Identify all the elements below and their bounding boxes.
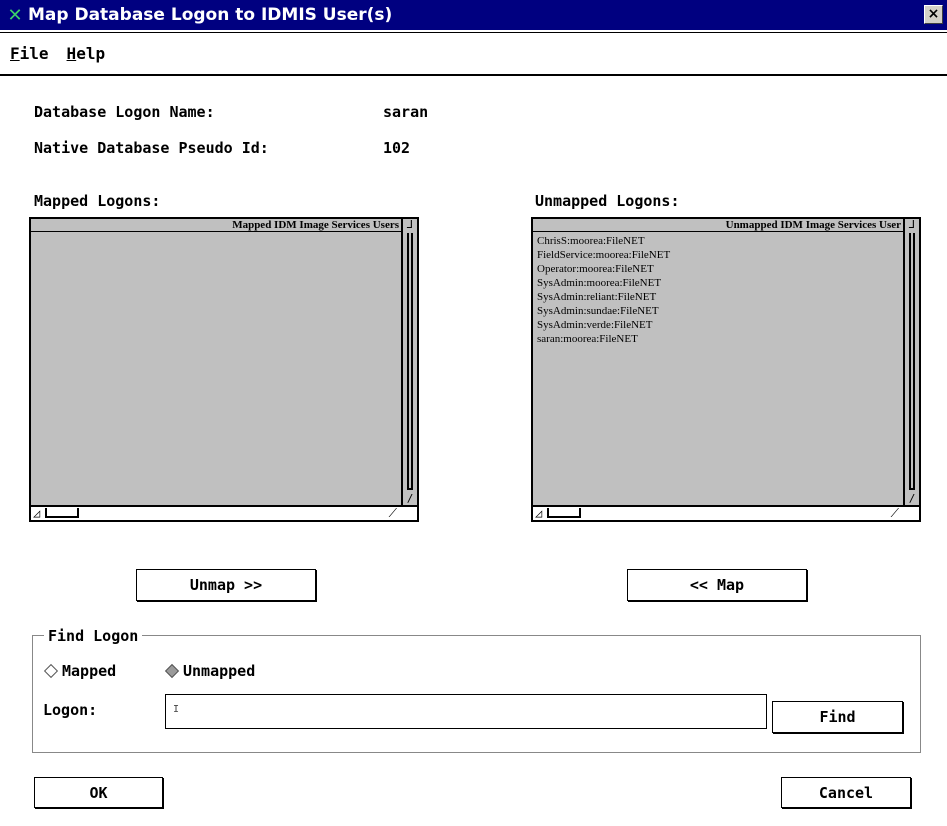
map-button[interactable]: << Map (627, 569, 807, 601)
find-button[interactable]: Find (772, 701, 903, 733)
scroll-up-icon[interactable]: ⅃ (906, 219, 918, 231)
unmapped-vertical-scrollbar[interactable]: ⅃ / (903, 219, 919, 506)
scroll-track[interactable] (909, 233, 915, 490)
text-cursor-icon: I (173, 704, 180, 715)
header-divider (533, 231, 903, 232)
logon-name-value: saran (383, 103, 429, 121)
header-divider (31, 231, 401, 232)
radio-mapped-label: Mapped (62, 662, 117, 680)
radio-unmapped-label: Unmapped (183, 662, 256, 680)
scroll-left-icon[interactable]: ◿ (33, 507, 40, 519)
list-item[interactable]: Operator:moorea:FileNET (537, 262, 901, 276)
list-item[interactable]: SysAdmin:reliant:FileNET (537, 290, 901, 304)
find-logon-legend: Find Logon (44, 627, 143, 645)
logon-input[interactable]: I (165, 694, 767, 729)
scroll-right-icon[interactable]: ⟋ (891, 507, 899, 519)
radio-unmapped[interactable]: Unmapped (164, 662, 256, 680)
unmap-button[interactable]: Unmap >> (136, 569, 316, 601)
radio-diamond-selected-icon (164, 663, 180, 679)
mapped-vertical-scrollbar[interactable]: ⅃ / (401, 219, 417, 506)
scroll-thumb[interactable] (547, 508, 581, 518)
unmapped-items: ChrisS:moorea:FileNET FieldService:moorea… (537, 234, 901, 346)
menu-help[interactable]: Help (67, 44, 106, 63)
unmapped-logons-list[interactable]: Unmapped IDM Image Services User ChrisS:… (531, 217, 921, 522)
list-item[interactable]: saran:moorea:FileNET (537, 332, 901, 346)
list-item[interactable]: ChrisS:moorea:FileNET (537, 234, 901, 248)
scroll-right-icon[interactable]: ⟋ (389, 507, 397, 519)
unmapped-list-header: Unmapped IDM Image Services User (725, 219, 901, 231)
mapped-horizontal-scrollbar[interactable]: ◿ ⟋ (31, 505, 417, 520)
scroll-up-icon[interactable]: ⅃ (404, 219, 416, 231)
scroll-down-icon[interactable]: / (404, 492, 416, 506)
radio-mapped[interactable]: Mapped (43, 662, 117, 680)
window-title: Map Database Logon to IDMIS User(s) (28, 5, 393, 25)
mapped-list-header: Mapped IDM Image Services Users (232, 219, 399, 231)
scroll-thumb[interactable] (45, 508, 79, 518)
unmapped-horizontal-scrollbar[interactable]: ◿ ⟋ (533, 505, 919, 520)
scroll-left-icon[interactable]: ◿ (535, 507, 542, 519)
logon-field-label: Logon: (43, 701, 98, 719)
title-bar: ✕ Map Database Logon to IDMIS User(s) × (0, 0, 947, 30)
cancel-button[interactable]: Cancel (781, 777, 911, 808)
list-item[interactable]: SysAdmin:moorea:FileNET (537, 276, 901, 290)
unmapped-logons-label: Unmapped Logons: (535, 192, 680, 210)
logon-name-label: Database Logon Name: (34, 103, 215, 121)
mapped-logons-label: Mapped Logons: (34, 192, 161, 210)
scroll-track[interactable] (407, 233, 413, 490)
scroll-down-icon[interactable]: / (906, 492, 918, 506)
list-item[interactable]: SysAdmin:sundae:FileNET (537, 304, 901, 318)
close-button[interactable]: × (924, 5, 943, 24)
menu-file[interactable]: File (10, 44, 49, 63)
list-item[interactable]: FieldService:moorea:FileNET (537, 248, 901, 262)
ok-button[interactable]: OK (34, 777, 163, 808)
pseudo-id-value: 102 (383, 139, 411, 157)
radio-diamond-icon (43, 663, 59, 679)
app-x-icon: ✕ (7, 4, 23, 26)
menu-bar: File Help (0, 32, 947, 76)
list-item[interactable]: SysAdmin:verde:FileNET (537, 318, 901, 332)
pseudo-id-label: Native Database Pseudo Id: (34, 139, 269, 157)
mapped-logons-list[interactable]: Mapped IDM Image Services Users ⅃ / ◿ ⟋ (29, 217, 419, 522)
